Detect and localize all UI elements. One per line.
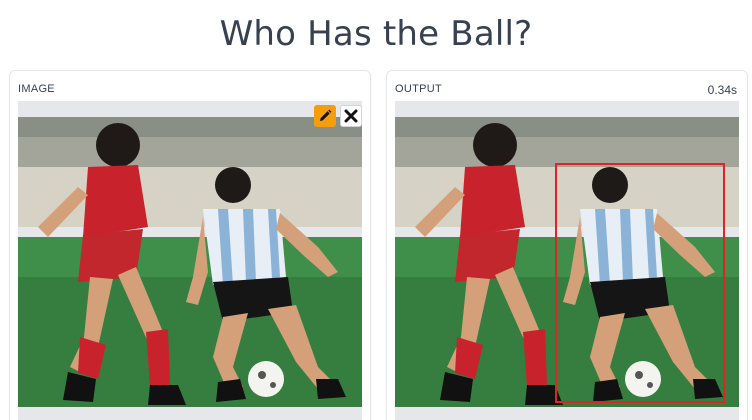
edit-button[interactable] (314, 105, 336, 127)
close-icon (344, 109, 358, 123)
pencil-icon (320, 109, 332, 121)
input-photo (18, 117, 362, 407)
clear-image-button[interactable] (340, 105, 362, 127)
output-panel: OUTPUT 0.34s (386, 70, 748, 420)
output-panel-label: OUTPUT (395, 83, 443, 95)
output-photo (395, 117, 739, 407)
input-image-panel: IMAGE (9, 70, 371, 420)
output-image-frame (395, 101, 739, 420)
input-image-frame[interactable] (18, 101, 362, 420)
detection-bounding-box (555, 163, 725, 403)
inference-time: 0.34s (707, 83, 737, 97)
input-panel-label: IMAGE (18, 83, 55, 95)
page-title: Who Has the Ball? (219, 14, 533, 54)
